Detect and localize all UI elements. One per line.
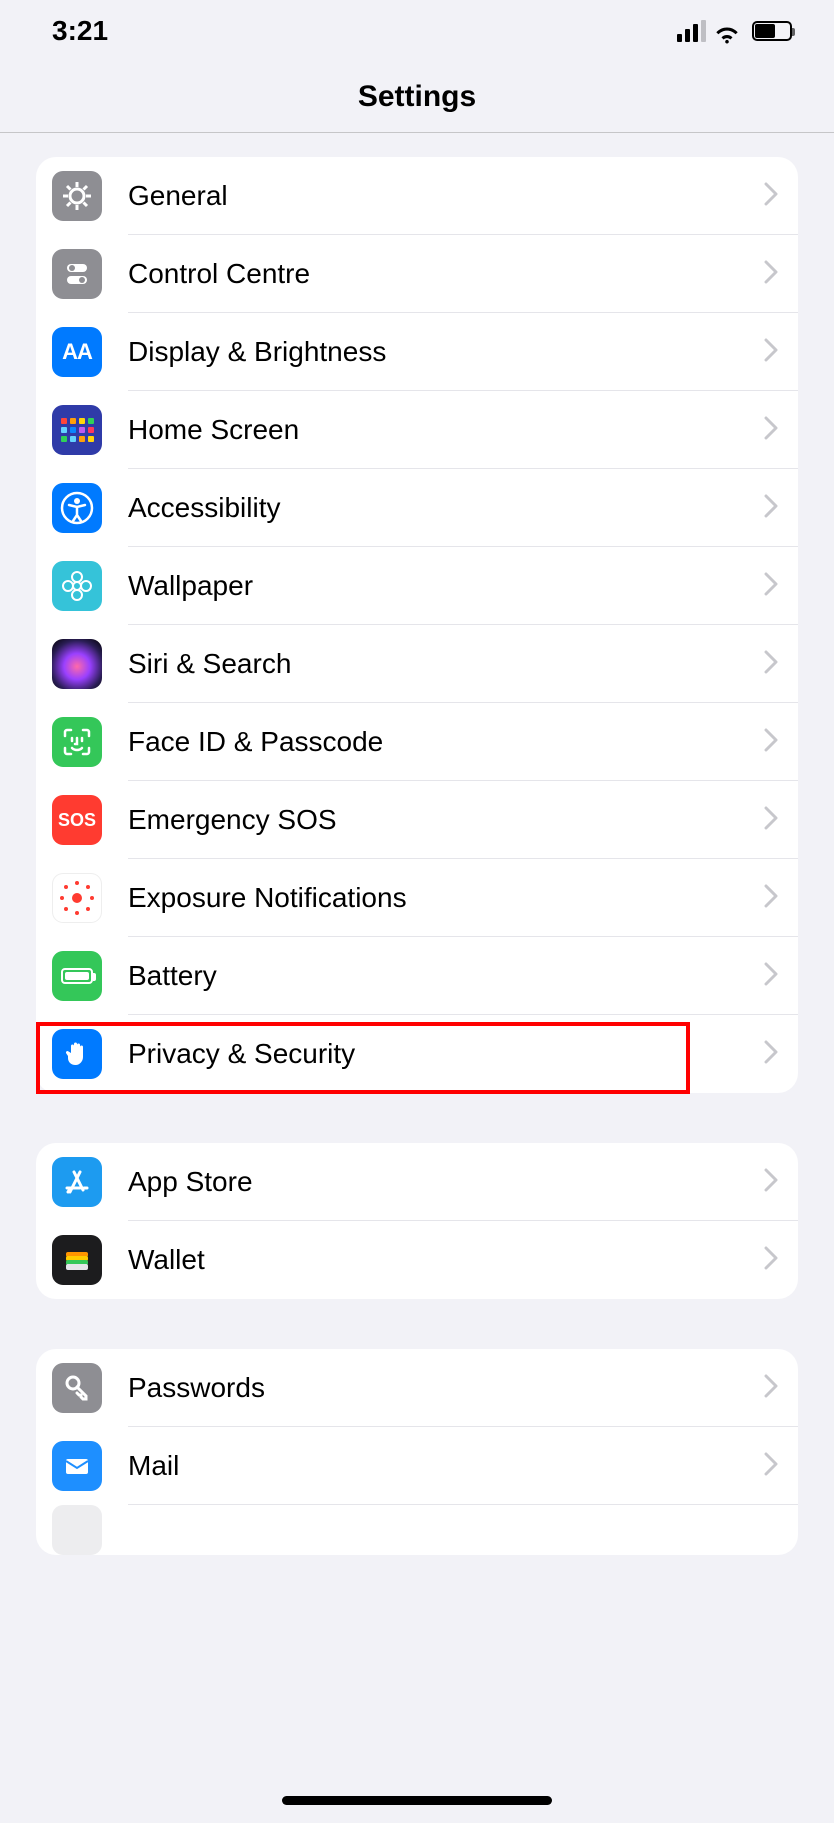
settings-group-2: App Store Wallet (36, 1143, 798, 1299)
row-label: Passwords (128, 1372, 764, 1404)
chevron-right-icon (764, 1040, 778, 1069)
nav-separator (0, 132, 834, 133)
app-grid-icon (52, 405, 102, 455)
row-label: Wallpaper (128, 570, 764, 602)
chevron-right-icon (764, 884, 778, 913)
row-app-store[interactable]: App Store (36, 1143, 798, 1221)
nav-bar: Settings (0, 62, 834, 132)
face-id-icon (52, 717, 102, 767)
row-label: Display & Brightness (128, 336, 764, 368)
flower-icon (52, 561, 102, 611)
row-wallpaper[interactable]: Wallpaper (36, 547, 798, 625)
siri-icon (52, 639, 102, 689)
app-store-icon (52, 1157, 102, 1207)
chevron-right-icon (764, 1374, 778, 1403)
chevron-right-icon (764, 650, 778, 679)
row-label: Face ID & Passcode (128, 726, 764, 758)
row-passwords[interactable]: Passwords (36, 1349, 798, 1427)
wifi-icon (714, 21, 740, 41)
hand-icon (52, 1029, 102, 1079)
chevron-right-icon (764, 962, 778, 991)
partial-icon (52, 1505, 102, 1555)
chevron-right-icon (764, 1168, 778, 1197)
chevron-right-icon (764, 182, 778, 211)
row-home-screen[interactable]: Home Screen (36, 391, 798, 469)
gear-icon (52, 171, 102, 221)
row-emergency-sos[interactable]: SOS Emergency SOS (36, 781, 798, 859)
row-siri-search[interactable]: Siri & Search (36, 625, 798, 703)
status-right (677, 20, 792, 42)
settings-group-3: Passwords Mail (36, 1349, 798, 1555)
chevron-right-icon (764, 260, 778, 289)
status-time: 3:21 (52, 15, 108, 47)
status-bar: 3:21 (0, 0, 834, 62)
row-label: Wallet (128, 1244, 764, 1276)
chevron-right-icon (764, 494, 778, 523)
row-face-id-passcode[interactable]: Face ID & Passcode (36, 703, 798, 781)
row-label: Privacy & Security (128, 1038, 764, 1070)
row-label: App Store (128, 1166, 764, 1198)
sos-icon: SOS (52, 795, 102, 845)
row-label: Accessibility (128, 492, 764, 524)
accessibility-icon (52, 483, 102, 533)
cellular-icon (677, 20, 706, 42)
row-control-centre[interactable]: Control Centre (36, 235, 798, 313)
page-title: Settings (358, 80, 476, 114)
row-privacy-security[interactable]: Privacy & Security (36, 1015, 798, 1093)
row-label: Mail (128, 1450, 764, 1482)
chevron-right-icon (764, 1452, 778, 1481)
toggles-icon (52, 249, 102, 299)
home-indicator (282, 1796, 552, 1805)
row-partial[interactable] (36, 1505, 798, 1555)
settings-group-1: General Control Centre AA Display & Brig… (36, 157, 798, 1093)
battery-icon (752, 21, 792, 41)
row-exposure-notifications[interactable]: Exposure Notifications (36, 859, 798, 937)
row-label: Battery (128, 960, 764, 992)
row-label: Emergency SOS (128, 804, 764, 836)
chevron-right-icon (764, 1246, 778, 1275)
row-battery[interactable]: Battery (36, 937, 798, 1015)
chevron-right-icon (764, 572, 778, 601)
row-label: Home Screen (128, 414, 764, 446)
key-icon (52, 1363, 102, 1413)
chevron-right-icon (764, 338, 778, 367)
row-display-brightness[interactable]: AA Display & Brightness (36, 313, 798, 391)
battery-icon (52, 951, 102, 1001)
chevron-right-icon (764, 416, 778, 445)
exposure-icon (52, 873, 102, 923)
row-accessibility[interactable]: Accessibility (36, 469, 798, 547)
row-label: Exposure Notifications (128, 882, 764, 914)
chevron-right-icon (764, 806, 778, 835)
text-size-icon: AA (52, 327, 102, 377)
wallet-icon (52, 1235, 102, 1285)
row-general[interactable]: General (36, 157, 798, 235)
row-wallet[interactable]: Wallet (36, 1221, 798, 1299)
row-mail[interactable]: Mail (36, 1427, 798, 1505)
envelope-icon (52, 1441, 102, 1491)
row-label: Siri & Search (128, 648, 764, 680)
row-label: General (128, 180, 764, 212)
chevron-right-icon (764, 728, 778, 757)
row-label: Control Centre (128, 258, 764, 290)
